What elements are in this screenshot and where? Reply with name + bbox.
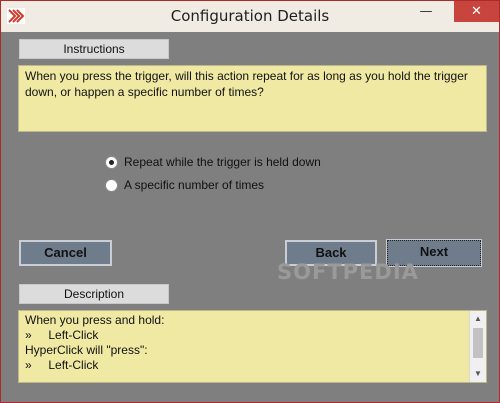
title-bar[interactable]: Configuration Details — ✕ [1, 1, 499, 32]
minimize-button[interactable]: — [413, 1, 439, 22]
softpedia-watermark: SOFTPEDIA [277, 260, 419, 284]
description-box[interactable]: When you press and hold: » Left-Click Hy… [18, 310, 487, 383]
description-line: HyperClick will "press": [25, 343, 148, 357]
client-area: Instructions When you press the trigger,… [9, 32, 491, 396]
close-button[interactable]: ✕ [454, 1, 499, 22]
description-scrollbar[interactable]: ▲ ▼ [469, 311, 486, 382]
option-specific-number[interactable]: A specific number of times [105, 176, 264, 194]
description-line: » Left-Click [25, 358, 99, 372]
description-label: Description [19, 284, 169, 304]
option-label: Repeat while the trigger is held down [124, 155, 321, 169]
scroll-thumb[interactable] [473, 328, 483, 358]
instructions-text: When you press the trigger, will this ac… [18, 65, 487, 132]
option-repeat-while-held[interactable]: Repeat while the trigger is held down [105, 153, 321, 171]
cancel-button[interactable]: Cancel [19, 240, 112, 266]
radio-button-selected[interactable] [105, 155, 118, 169]
configuration-window: Configuration Details — ✕ Instructions W… [0, 0, 500, 403]
instructions-label: Instructions [19, 39, 169, 59]
description-text: When you press and hold: » Left-Click Hy… [25, 313, 465, 373]
scroll-down-icon[interactable]: ▼ [470, 366, 486, 382]
scroll-up-icon[interactable]: ▲ [470, 311, 486, 327]
option-label: A specific number of times [124, 178, 265, 192]
description-line: » Left-Click [25, 328, 99, 342]
description-line: When you press and hold: [25, 313, 165, 327]
radio-button[interactable] [105, 178, 118, 192]
